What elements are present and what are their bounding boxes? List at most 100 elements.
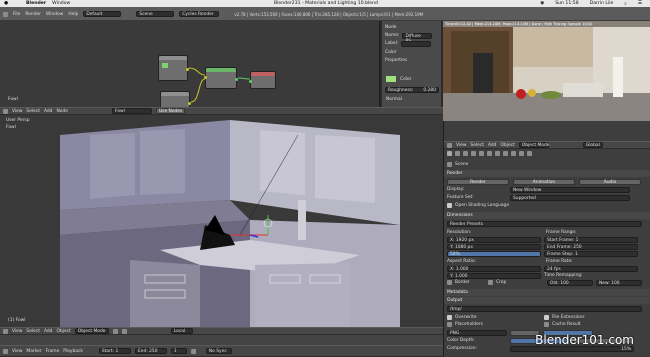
app-menu[interactable]: Blender — [26, 1, 46, 6]
end-frame-prop-field[interactable]: End Frame: 250 — [544, 243, 638, 250]
timeline-area[interactable] — [0, 335, 443, 345]
world-tab-icon[interactable] — [471, 151, 476, 156]
vp-menu-add[interactable]: Add — [44, 329, 53, 334]
vp-menu-view[interactable]: View — [12, 329, 22, 334]
sync-selector[interactable]: No Sync — [205, 348, 232, 354]
menu-node[interactable]: Node — [56, 109, 67, 114]
vp-menu-object[interactable]: Object — [56, 329, 70, 334]
engine-selector[interactable]: Cycles Render — [179, 11, 220, 17]
audio-button[interactable]: Audio — [579, 178, 641, 185]
time-old-field[interactable]: Old: 100 — [547, 279, 593, 286]
prop-menu-add[interactable]: Add — [488, 143, 497, 148]
label-field[interactable] — [401, 40, 432, 47]
output-panel-header[interactable]: Output — [447, 298, 462, 303]
animation-button[interactable]: Animation — [513, 178, 575, 185]
particles-tab-icon[interactable] — [519, 151, 524, 156]
menu-view[interactable]: View — [12, 109, 22, 114]
search-icon[interactable]: ⌕ — [624, 1, 627, 7]
frame-step-field[interactable]: Frame Step: 1 — [544, 250, 638, 257]
menu-help[interactable]: Help — [68, 12, 78, 17]
tl-menu-view[interactable]: View — [12, 349, 22, 354]
current-frame-field[interactable]: 1 — [170, 348, 187, 354]
render-button[interactable]: Render — [447, 178, 509, 185]
use-nodes-toggle[interactable]: Use Nodes — [155, 108, 186, 114]
roughness-field[interactable]: Roughness: 0.280 — [385, 87, 439, 93]
output-path-field[interactable]: /tmp/ — [447, 305, 642, 312]
viewport-type-icon[interactable] — [3, 328, 8, 334]
end-frame-field[interactable]: End: 250 — [134, 348, 167, 354]
menu-render[interactable]: Render — [25, 12, 41, 17]
wifi-icon[interactable]: ◉ — [540, 1, 544, 6]
properties-editor[interactable]: View Select Add Object Object Mode Globa… — [443, 121, 650, 357]
name-field[interactable]: Diffuse BS... — [402, 32, 433, 44]
shading-icon[interactable] — [112, 328, 118, 334]
vp-menu-select[interactable]: Select — [26, 329, 40, 334]
prop-type-icon[interactable] — [447, 142, 452, 148]
screen-selector[interactable]: Default — [83, 11, 122, 17]
start-frame-field[interactable]: Start: 1 — [98, 348, 131, 354]
color-section[interactable]: Color — [385, 50, 396, 55]
tl-menu-playback[interactable]: Playback — [63, 349, 83, 354]
window-menu[interactable]: Window — [52, 1, 70, 6]
start-frame-prop-field[interactable]: Start Frame: 1 — [544, 236, 638, 243]
dimensions-panel-header[interactable]: Dimensions — [447, 213, 473, 218]
color-input-swatch[interactable] — [386, 76, 396, 82]
prop-menu-select[interactable]: Select — [470, 143, 484, 148]
osl-checkbox[interactable] — [447, 203, 452, 208]
prop-menu-object[interactable]: Object — [500, 143, 514, 148]
render-tab-icon[interactable] — [447, 151, 452, 156]
feature-set-selector[interactable]: Supported — [510, 194, 630, 201]
aspect-y-field[interactable]: Y: 1.000 — [447, 272, 541, 279]
file-ext-checkbox[interactable] — [544, 315, 549, 320]
menu-file[interactable]: File — [13, 12, 20, 17]
menu-list-icon[interactable]: ☰ — [638, 1, 642, 6]
object-tab-icon[interactable] — [479, 151, 484, 156]
clock[interactable]: Sun 11:58 — [555, 1, 578, 6]
render-panel-header[interactable]: Render — [447, 171, 463, 176]
res-y-field[interactable]: Y: 1080 px — [447, 243, 541, 250]
scene-tab-icon[interactable] — [463, 151, 468, 156]
timeline-type-icon[interactable] — [3, 348, 8, 354]
info-editor-icon[interactable] — [3, 11, 8, 17]
render-presets-selector[interactable]: Render Presets — [447, 220, 642, 227]
pivot-icon[interactable] — [121, 328, 127, 334]
tl-menu-marker[interactable]: Marker — [26, 349, 41, 354]
prop-mode-selector[interactable]: Object Mode — [518, 142, 549, 148]
menu-add[interactable]: Add — [44, 109, 53, 114]
mode-selector[interactable]: Object Mode — [74, 328, 109, 334]
format-selector[interactable]: PNG — [447, 329, 507, 336]
modifiers-tab-icon[interactable] — [495, 151, 500, 156]
prop-global-selector[interactable]: Global — [582, 142, 603, 148]
physics-tab-icon[interactable] — [527, 151, 532, 156]
3d-viewport[interactable]: User Persp Fowl (1) Fowl — [0, 115, 443, 327]
render-preview[interactable]: Time:00:12.42 | Mem:213.24M, Peak:213.24… — [443, 21, 650, 121]
metadata-panel-header[interactable]: Metadata — [447, 290, 468, 295]
texture-tab-icon[interactable] — [511, 151, 516, 156]
fps-selector[interactable]: 24 fps — [544, 265, 638, 272]
orientation-selector[interactable]: Local — [170, 328, 193, 334]
node-editor-type-icon[interactable] — [3, 108, 8, 114]
properties-section[interactable]: Properties — [385, 58, 407, 63]
time-new-field[interactable]: New: 100 — [596, 279, 642, 286]
crop-checkbox[interactable] — [488, 280, 493, 285]
tl-menu-frame[interactable]: Frame — [46, 349, 60, 354]
constraints-tab-icon[interactable] — [487, 151, 492, 156]
border-checkbox[interactable] — [447, 280, 452, 285]
layers-tab-icon[interactable] — [455, 151, 460, 156]
prop-menu-view[interactable]: View — [456, 143, 466, 148]
res-x-field[interactable]: X: 1920 px — [447, 236, 541, 243]
res-percentage-field[interactable]: 50% — [447, 250, 541, 257]
cache-result-checkbox[interactable] — [544, 322, 549, 327]
aspect-x-field[interactable]: X: 1.000 — [447, 265, 541, 272]
placeholders-checkbox[interactable] — [447, 322, 452, 327]
scene-selector[interactable]: Scene — [136, 11, 175, 17]
overwrite-checkbox[interactable] — [447, 315, 452, 320]
play-icon[interactable] — [190, 348, 196, 354]
material-tab-icon[interactable] — [503, 151, 508, 156]
material-selector[interactable]: Fowl — [111, 108, 152, 114]
apple-icon[interactable]: ● — [4, 1, 8, 6]
display-selector[interactable]: New Window — [510, 186, 630, 193]
node-editor[interactable]: Fowl Node Name:Diffuse BS... Label: Colo… — [0, 21, 441, 113]
user-name[interactable]: Darrin Lile — [590, 1, 614, 6]
menu-window[interactable]: Window — [46, 12, 63, 17]
